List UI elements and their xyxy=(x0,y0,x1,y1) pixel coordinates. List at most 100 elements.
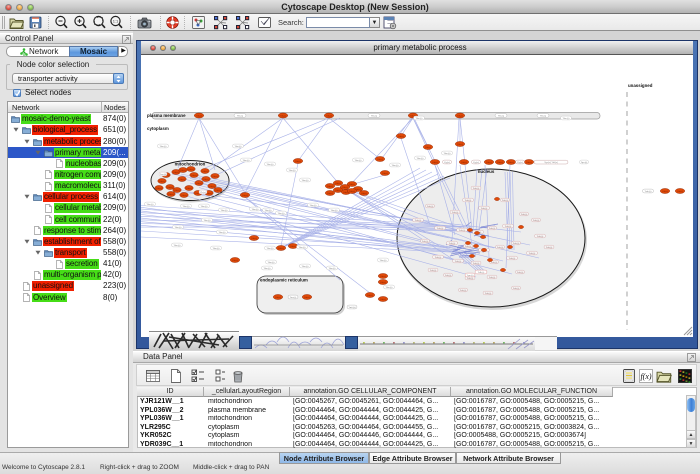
svg-text:Ydr-(s): Ydr-(s) xyxy=(295,160,301,163)
svg-text:Ynl-(s): Ynl-(s) xyxy=(517,272,524,274)
svg-text:Ydr-(s): Ydr-(s) xyxy=(382,172,388,175)
svg-text:Ynl-(s): Ynl-(s) xyxy=(489,277,496,279)
svg-text:Ynl-(s): Ynl-(s) xyxy=(430,270,437,272)
svg-text:Ynl-(s): Ynl-(s) xyxy=(460,290,467,292)
svg-text:Ybr-(s): Ybr-(s) xyxy=(355,159,362,162)
svg-text:Ydr-(s): Ydr-(s) xyxy=(209,185,215,188)
svg-text:Ykl-(s): Ykl-(s) xyxy=(498,116,505,118)
svg-text:Ydr-(s): Ydr-(s) xyxy=(367,294,373,297)
svg-text:Ydr-(s): Ydr-(s) xyxy=(191,174,197,177)
svg-text:Ybr-(s): Ybr-(s) xyxy=(331,209,338,212)
svg-text:Ydr-(s): Ydr-(s) xyxy=(179,178,185,181)
svg-text:Ybr-(s): Ybr-(s) xyxy=(264,267,271,270)
svg-text:Ynl-(s): Ynl-(s) xyxy=(505,226,512,228)
svg-text:Ybr-(s): Ybr-(s) xyxy=(302,265,309,268)
svg-text:Ydr-(s): Ydr-(s) xyxy=(497,161,503,164)
svg-text:Ydr-(s): Ydr-(s) xyxy=(156,187,162,190)
svg-text:Ybr-(s): Ybr-(s) xyxy=(175,226,182,229)
svg-text:Ynl-(s): Ynl-(s) xyxy=(513,288,520,290)
svg-text:Ybr-(s): Ybr-(s) xyxy=(235,145,242,148)
svg-text:Ydr-(s): Ydr-(s) xyxy=(461,161,467,164)
svg-text:Ydr-(s): Ydr-(s) xyxy=(202,170,208,173)
svg-text:Ybr-(s): Ybr-(s) xyxy=(183,205,190,208)
svg-text:Ykl-(s): Ykl-(s) xyxy=(371,116,378,118)
svg-text:Ynl-(s): Ynl-(s) xyxy=(481,208,488,210)
svg-text:Ybr-(s): Ybr-(s) xyxy=(204,219,211,222)
svg-text:Ydr-(s): Ydr-(s) xyxy=(349,190,355,193)
svg-text:Ynl-(s): Ynl-(s) xyxy=(497,247,504,249)
svg-text:Ydr-(s): Ydr-(s) xyxy=(645,190,652,193)
svg-text:Ydr-(s): Ydr-(s) xyxy=(232,259,238,262)
svg-text:Ydr-(s): Ydr-(s) xyxy=(278,247,284,250)
svg-text:Ybr-(s): Ybr-(s) xyxy=(267,247,274,250)
svg-text:Ydr-(s): Ydr-(s) xyxy=(196,182,202,185)
svg-text:Ydr-(s): Ydr-(s) xyxy=(181,194,187,197)
svg-text:Ynl-(s): Ynl-(s) xyxy=(521,214,528,216)
svg-text:Ygr-(s) Ykl-(s): Ygr-(s) Ykl-(s) xyxy=(544,161,558,164)
svg-text:cytoplasm: cytoplasm xyxy=(147,126,169,131)
svg-text:Ybr-(s): Ybr-(s) xyxy=(267,163,274,166)
svg-text:Ydr-(s): Ydr-(s) xyxy=(425,146,431,149)
svg-text:Ynl-(s): Ynl-(s) xyxy=(529,253,536,255)
svg-text:Ybr-(s): Ybr-(s) xyxy=(416,117,423,120)
svg-text:Ynl-(s): Ynl-(s) xyxy=(513,243,520,245)
svg-text:Ydr-(s): Ydr-(s) xyxy=(280,114,286,117)
svg-text:Ydr-(s): Ydr-(s) xyxy=(327,185,333,188)
svg-text:Yg-(s): Yg-(s) xyxy=(473,162,479,164)
svg-text:mitochondrion: mitochondrion xyxy=(175,162,206,167)
svg-text:Ybr-(s): Ybr-(s) xyxy=(213,247,220,250)
svg-text:Ynl-(s): Ynl-(s) xyxy=(415,220,422,222)
svg-text:Ydr-(s): Ydr-(s) xyxy=(349,183,355,186)
svg-text:plasma membrane: plasma membrane xyxy=(147,113,186,118)
svg-text:Ydr-(s): Ydr-(s) xyxy=(159,180,165,183)
svg-text:Ybr-(s): Ybr-(s) xyxy=(174,244,181,247)
svg-text:Ydr-(s): Ydr-(s) xyxy=(173,171,179,174)
svg-text:Ydr-(s): Ydr-(s) xyxy=(186,187,192,190)
svg-text:Ynl-(s): Ynl-(s) xyxy=(435,257,442,259)
svg-text:Ynl-(s): Ynl-(s) xyxy=(445,275,452,277)
svg-text:Ybr-(s): Ybr-(s) xyxy=(302,179,309,182)
svg-text:Ybr-(s): Ybr-(s) xyxy=(329,267,336,270)
svg-text:Ydr-(s): Ydr-(s) xyxy=(290,245,296,248)
svg-text:Ydr-(s): Ydr-(s) xyxy=(677,190,683,193)
svg-text:Ydr-(s): Ydr-(s) xyxy=(242,194,248,197)
svg-text:Ybr-(s): Ybr-(s) xyxy=(201,205,208,208)
svg-text:Ydr-(s): Ydr-(s) xyxy=(432,161,438,164)
svg-text:Ybr-(s): Ybr-(s) xyxy=(444,152,451,155)
svg-text:endoplasmic reticulum: endoplasmic reticulum xyxy=(260,278,308,283)
svg-text:Yer-(s): Yer-(s) xyxy=(290,296,297,299)
svg-text:Ynl-(s): Ynl-(s) xyxy=(533,220,540,222)
svg-text:Ynl-(s): Ynl-(s) xyxy=(502,200,509,202)
svg-text:Ydr-(s): Ydr-(s) xyxy=(215,189,221,192)
svg-text:Ydr-(s): Ydr-(s) xyxy=(196,114,202,117)
svg-text:Ykl-(s): Ykl-(s) xyxy=(237,116,244,118)
svg-text:Ybr-(s): Ybr-(s) xyxy=(392,164,399,167)
svg-text:Ykl-(s): Ykl-(s) xyxy=(540,116,547,118)
svg-text:Ybr-(s): Ybr-(s) xyxy=(160,145,167,148)
svg-text:Ybr-(s): Ybr-(s) xyxy=(386,286,393,289)
svg-text:Ygr-(s): Ygr-(s) xyxy=(467,274,474,277)
svg-text:Ybr-(s): Ybr-(s) xyxy=(417,157,424,160)
svg-text:Ydr-(s): Ydr-(s) xyxy=(380,281,386,284)
svg-text:Ydr-(s): Ydr-(s) xyxy=(167,186,173,189)
svg-text:Ynl-(s): Ynl-(s) xyxy=(467,278,474,280)
svg-text:Ydr-(s): Ydr-(s) xyxy=(168,193,174,196)
svg-text:Yk-(s): Yk-(s) xyxy=(200,192,206,194)
svg-text:Ynl-(s): Ynl-(s) xyxy=(491,262,498,264)
svg-text:Ynl-(s): Ynl-(s) xyxy=(427,206,434,208)
svg-text:Ybr-(s): Ybr-(s) xyxy=(299,246,306,249)
svg-text:Ypr-(s): Ypr-(s) xyxy=(581,161,588,164)
svg-text:Ydr-(s): Ydr-(s) xyxy=(380,275,386,278)
svg-text:Ybr-(s): Ybr-(s) xyxy=(147,203,154,206)
svg-text:Ynl-(s): Ynl-(s) xyxy=(473,263,480,265)
svg-text:Ydr-(s): Ydr-(s) xyxy=(457,143,463,146)
svg-text:Ydr-(s): Ydr-(s) xyxy=(398,135,404,138)
svg-text:f(x): f(x) xyxy=(640,372,651,381)
svg-text:Ybr-(s): Ybr-(s) xyxy=(268,261,275,264)
svg-text:Ydr-(s): Ydr-(s) xyxy=(275,296,281,299)
svg-text:Ynl-(s): Ynl-(s) xyxy=(537,236,544,238)
svg-text:Ybr-(s): Ybr-(s) xyxy=(243,159,250,162)
svg-text:Ynl-(s): Ynl-(s) xyxy=(437,228,444,230)
svg-text:Ybr-(s): Ybr-(s) xyxy=(289,169,296,172)
svg-text:Ydr-(s): Ydr-(s) xyxy=(526,161,532,164)
